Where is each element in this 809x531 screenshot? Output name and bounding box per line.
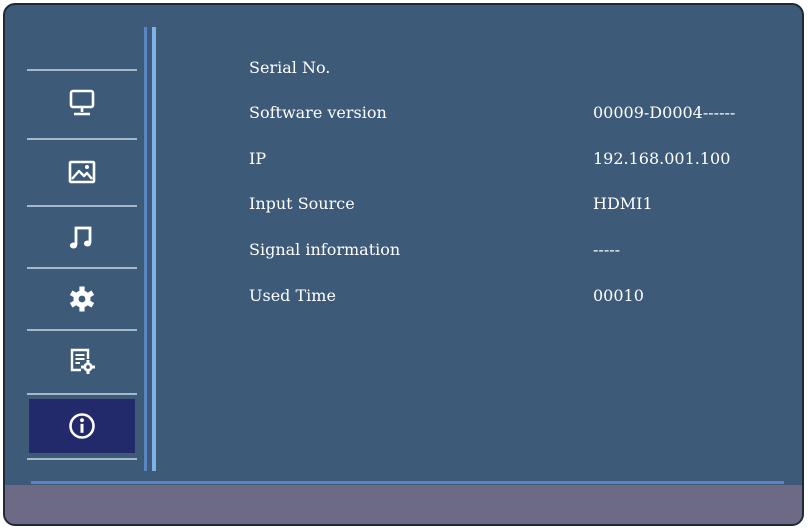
settings-list-icon (70, 348, 95, 374)
input-source-label: Input Source (249, 194, 355, 213)
music-icon (69, 226, 92, 249)
serial-number-label: Serial No. (249, 58, 331, 77)
signal-information-value: ----- (593, 240, 621, 259)
status-bar-divider (31, 481, 784, 484)
picture-icon (68, 160, 96, 184)
used-time-value: 00010 (593, 286, 644, 305)
panel-divider (144, 27, 147, 471)
sidebar-divider (27, 329, 137, 331)
sidebar-divider (27, 267, 137, 269)
monitor-icon (69, 89, 95, 116)
info-icon (69, 413, 95, 439)
status-bar (5, 485, 802, 524)
software-version-label: Software version (249, 103, 387, 122)
input-source-value: HDMI1 (593, 194, 653, 213)
sidebar-divider (27, 69, 137, 71)
software-version-value: 00009-D0004------ (593, 103, 736, 122)
ip-value: 192.168.001.100 (593, 149, 731, 168)
gear-icon (69, 286, 95, 312)
sidebar-item-audio[interactable] (29, 211, 135, 263)
signal-information-label: Signal information (249, 240, 401, 259)
sidebar-divider (27, 138, 137, 140)
sidebar-item-advanced[interactable] (29, 335, 135, 387)
used-time-label: Used Time (249, 286, 336, 305)
sidebar-divider (27, 205, 137, 207)
sidebar-item-picture[interactable] (29, 146, 135, 198)
sidebar-divider (27, 458, 137, 460)
panel-divider-accent (152, 27, 156, 471)
ip-label: IP (249, 149, 267, 168)
sidebar-item-display[interactable] (29, 77, 135, 129)
sidebar-item-information[interactable] (29, 399, 135, 453)
osd-menu-window: Serial No. Software version 00009-D0004-… (3, 3, 804, 526)
sidebar-divider (27, 393, 137, 395)
sidebar-item-setup[interactable] (29, 273, 135, 325)
